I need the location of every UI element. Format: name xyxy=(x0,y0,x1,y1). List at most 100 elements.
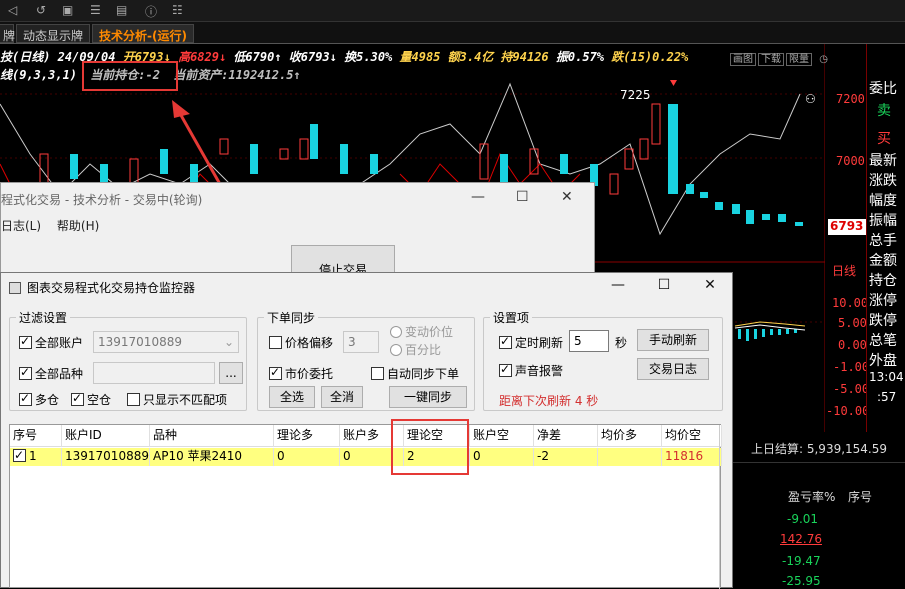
toolbar-icon[interactable]: ↺ xyxy=(36,3,46,17)
minimize-button[interactable]: — xyxy=(471,189,485,205)
menu-help[interactable]: 帮助(H) xyxy=(57,219,99,233)
close-button[interactable]: ✕ xyxy=(561,189,573,205)
short-checkbox[interactable]: 空仓 xyxy=(71,391,111,408)
trade-log-button[interactable]: 交易日志 xyxy=(637,358,709,380)
axis-label-0: 0.00 xyxy=(838,338,867,352)
toolbar-icon[interactable]: ▤ xyxy=(116,3,127,17)
side-change: 涨跌 xyxy=(869,173,897,189)
account-select[interactable]: 13917010889 ⌄ xyxy=(93,331,239,353)
col-seq[interactable]: 序号 xyxy=(10,425,62,447)
side-buy[interactable]: 买 xyxy=(877,128,891,148)
maximize-button[interactable]: ☐ xyxy=(649,277,679,293)
seq-header: 序号 xyxy=(848,490,873,504)
tab-technical-analysis[interactable]: 技术分析-(运行) xyxy=(92,24,194,43)
seconds-label: 秒 xyxy=(615,336,628,350)
row-avg-short: 11816 xyxy=(662,448,722,466)
row-product: AP10 苹果2410 xyxy=(150,448,274,466)
tab-partial[interactable]: 牌 xyxy=(0,24,15,43)
person-icon: ⚇ xyxy=(805,92,816,106)
stop-trading-button[interactable]: 停止交易 xyxy=(291,245,395,277)
position-monitor-window: 图表交易程式化交易持仓监控器 — ☐ ✕ 过滤设置 全部账户 139170108… xyxy=(0,272,733,589)
only-mismatch-checkbox[interactable]: 只显示不匹配项 xyxy=(127,391,227,408)
radio-percent[interactable]: 百分比 xyxy=(390,341,441,358)
col-net[interactable]: 净差 xyxy=(534,425,598,447)
maximize-button[interactable]: ☐ xyxy=(516,189,529,205)
minimize-button[interactable]: — xyxy=(603,277,633,293)
period-label: 日线 xyxy=(832,264,857,278)
side-time: 13:04 xyxy=(869,370,904,384)
lower-right-panel: 上日结算: 5,939,154.59 盈亏率% 序号 -9.01 142.76 … xyxy=(733,432,905,588)
chart-buttons: 画图 下载 限量 ◷ xyxy=(730,50,832,66)
side-latest: 最新 xyxy=(869,153,897,169)
radio-variable-price[interactable]: 变动价位 xyxy=(390,323,453,340)
app-icon xyxy=(9,282,21,294)
product-input[interactable] xyxy=(93,362,215,384)
side-amount: 金额 xyxy=(869,253,897,269)
menu-log[interactable]: 日志(L) xyxy=(1,219,41,233)
row-checkbox[interactable] xyxy=(13,447,26,464)
peak-price-label: 7225 xyxy=(620,88,651,102)
timed-refresh-checkbox[interactable]: 定时刷新 xyxy=(499,334,563,351)
col-account[interactable]: 账户ID xyxy=(62,425,150,447)
monitor-title-bar: 图表交易程式化交易持仓监控器 xyxy=(9,279,195,299)
info-icon[interactable]: ⓘ xyxy=(145,3,157,20)
axis-label-10: 10.00 xyxy=(832,296,869,310)
download-button[interactable]: 下载 xyxy=(758,53,784,66)
toolbar-icon[interactable]: ☷ xyxy=(172,3,183,17)
info-change: 跌(15)0.22% xyxy=(604,50,689,64)
col-avg-short[interactable]: 均价空 xyxy=(662,425,722,447)
all-products-checkbox[interactable]: 全部品种 xyxy=(19,365,83,382)
row-net: -2 xyxy=(534,448,598,466)
axis-label-5: 5.00 xyxy=(838,316,867,330)
clock-icon[interactable]: ◷ xyxy=(817,54,830,65)
auto-sync-checkbox[interactable]: 自动同步下单 xyxy=(371,365,459,382)
row-account: 13917010889 xyxy=(62,448,150,466)
all-accounts-checkbox[interactable]: 全部账户 xyxy=(19,334,83,351)
table-header: 序号 账户ID 品种 理论多 账户多 理论空 账户空 净差 均价多 均价空 xyxy=(10,425,722,447)
price-offset-input[interactable]: 3 xyxy=(343,331,379,353)
toolbar-icon[interactable]: ☰ xyxy=(90,3,101,17)
side-sell[interactable]: 卖 xyxy=(877,100,891,120)
table-row[interactable]: 1 13917010889 AP10 苹果2410 0 0 2 0 -2 118… xyxy=(10,447,722,466)
col-product[interactable]: 品种 xyxy=(150,425,274,447)
select-all-button[interactable]: 全选 xyxy=(269,386,315,408)
pnl-value: -25.95 xyxy=(782,574,821,588)
long-checkbox[interactable]: 多仓 xyxy=(19,391,59,408)
side-range: 幅度 xyxy=(869,193,897,209)
pnl-value: -19.47 xyxy=(782,554,821,568)
pnl-value: 142.76 xyxy=(780,532,822,546)
info-amplitude: 振0.57% xyxy=(548,50,605,64)
cancel-all-button[interactable]: 全消 xyxy=(321,386,363,408)
toolbar-icon[interactable]: ▣ xyxy=(62,3,73,17)
draw-button[interactable]: 画图 xyxy=(730,53,756,66)
col-acct-short[interactable]: 账户空 xyxy=(470,425,534,447)
refresh-countdown: 距离下次刷新 4 秒 xyxy=(499,394,599,408)
settings-legend: 设置项 xyxy=(493,311,530,325)
one-key-sync-button[interactable]: 一键同步 xyxy=(389,386,467,408)
info-high: 高6829↓ xyxy=(170,50,227,64)
info-openinterest: 持94126 xyxy=(493,50,549,64)
close-button[interactable]: ✕ xyxy=(695,277,725,293)
market-order-checkbox[interactable]: 市价委托 xyxy=(269,365,333,382)
refresh-seconds-input[interactable]: 5 xyxy=(569,330,609,352)
info-volume: 量4985 xyxy=(392,50,441,64)
indicator-params: 线(9,3,3,1) xyxy=(0,68,78,82)
side-trades: 总笔 xyxy=(869,333,897,349)
product-browse-button[interactable]: ... xyxy=(219,362,243,384)
row-seq[interactable]: 1 xyxy=(10,447,62,466)
toolbar-icon[interactable]: ◁ xyxy=(8,3,17,17)
limit-button[interactable]: 限量 xyxy=(786,53,812,66)
top-toolbar: ◁ ↺ ▣ ☰ ▤ ⓘ ☷ xyxy=(0,0,905,22)
col-avg-long[interactable]: 均价多 xyxy=(598,425,662,447)
table-scrollbar[interactable] xyxy=(719,425,720,589)
price-offset-checkbox[interactable]: 价格偏移 xyxy=(269,334,333,351)
tab-dynamic-board[interactable]: 动态显示牌 xyxy=(16,24,91,43)
manual-refresh-button[interactable]: 手动刷新 xyxy=(637,329,709,351)
monitor-title: 图表交易程式化交易持仓监控器 xyxy=(27,281,196,295)
axis-label-7000: 7000 xyxy=(836,154,865,168)
back-window-menu: 日志(L) 帮助(H) xyxy=(1,217,99,234)
col-theo-long[interactable]: 理论多 xyxy=(274,425,340,447)
info-low: 低6790↑ xyxy=(226,50,282,64)
sound-alert-checkbox[interactable]: 声音报警 xyxy=(499,362,563,379)
pnl-header: 盈亏率% xyxy=(788,490,836,504)
